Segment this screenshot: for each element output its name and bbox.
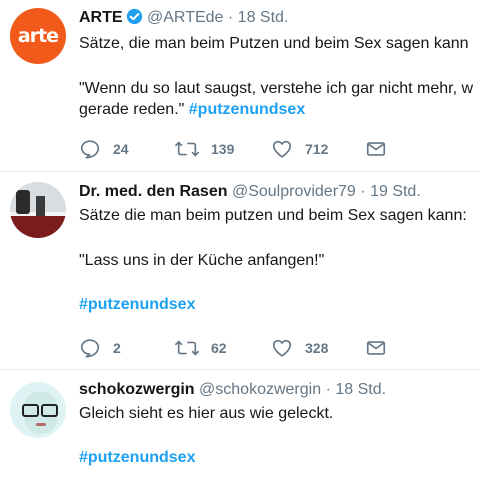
- tweet[interactable]: Dr. med. den Rasen @Soulprovider79 · 19 …: [0, 172, 480, 368]
- reply-icon: [79, 337, 101, 359]
- tweet-text-line: "Lass uns in der Küche anfangen!": [79, 252, 325, 269]
- avatar-glasses-right: [41, 404, 58, 417]
- user-handle[interactable]: @schokozwergin: [199, 381, 321, 398]
- reply-count: 2: [113, 340, 121, 356]
- timestamp[interactable]: 18 Std.: [335, 381, 386, 398]
- arte-logo: arte: [17, 25, 59, 47]
- display-name[interactable]: schokozwergin: [79, 381, 195, 398]
- tweet[interactable]: schokozwergin @schokozwergin · 18 Std. G…: [0, 370, 480, 480]
- tweet[interactable]: arte ARTE @ARTEde · 18 Std. Sätze, die m…: [0, 0, 480, 170]
- retweet-count: 139: [211, 141, 235, 157]
- like-icon: [271, 337, 293, 359]
- tweet-text-line: #putzenundsex: [79, 449, 480, 467]
- avatar-ground: [10, 216, 66, 238]
- reply-icon: [79, 138, 101, 160]
- direct-message-icon: [365, 138, 387, 160]
- hashtag-link[interactable]: #putzenundsex: [79, 449, 195, 466]
- like-button[interactable]: 712: [271, 137, 328, 161]
- hashtag-link[interactable]: #putzenundsex: [189, 101, 305, 118]
- separator-dot: ·: [227, 9, 234, 26]
- verified-badge-icon: [126, 8, 143, 31]
- separator-dot: ·: [325, 381, 331, 398]
- separator-dot: ·: [360, 183, 366, 200]
- tweet-text: gerade reden.": [79, 101, 185, 118]
- tweet-text-line: gerade reden." #putzenundsex: [79, 99, 480, 120]
- avatar-glasses-left: [22, 404, 39, 417]
- tweet-header: Dr. med. den Rasen @Soulprovider79 · 19 …: [79, 182, 480, 204]
- reply-button[interactable]: 24: [79, 137, 129, 161]
- like-count: 712: [305, 141, 329, 157]
- retweet-button[interactable]: 139: [175, 137, 234, 161]
- like-button[interactable]: 328: [271, 336, 328, 360]
- avatar-mouth: [36, 423, 46, 426]
- tweet-text-line: #putzenundsex: [79, 296, 480, 314]
- direct-message-button[interactable]: [365, 137, 387, 161]
- avatar[interactable]: arte: [10, 8, 66, 64]
- tweet-actions: 24 139 712: [79, 137, 399, 161]
- tweet-text-line: Sätze, die man beim Putzen und beim Sex …: [79, 35, 469, 52]
- timestamp[interactable]: 18 Std.: [238, 9, 289, 26]
- tweet-actions: 2 62 328: [79, 336, 399, 360]
- tweet-text-line: Gleich sieht es hier aus wie geleckt.: [79, 405, 334, 422]
- retweet-icon: [175, 138, 199, 160]
- tweet-header: schokozwergin @schokozwergin · 18 Std.: [79, 380, 480, 402]
- like-icon: [271, 138, 293, 160]
- timestamp[interactable]: 19 Std.: [370, 183, 421, 200]
- hashtag-link[interactable]: #putzenundsex: [79, 296, 195, 313]
- direct-message-button[interactable]: [365, 336, 387, 360]
- tweet-text-line: Sätze die man beim putzen und beim Sex s…: [79, 207, 467, 224]
- direct-message-icon: [365, 337, 387, 359]
- avatar[interactable]: [10, 182, 66, 238]
- user-handle[interactable]: @Soulprovider79: [232, 183, 356, 200]
- reply-count: 24: [113, 141, 129, 157]
- tweet-text-line: "Wenn du so laut saugst, verstehe ich ga…: [79, 80, 474, 97]
- avatar[interactable]: [10, 382, 66, 438]
- tweet-header: ARTE @ARTEde · 18 Std.: [79, 8, 480, 30]
- retweet-icon: [175, 337, 199, 359]
- display-name[interactable]: ARTE: [79, 9, 123, 26]
- retweet-count: 62: [211, 340, 227, 356]
- display-name[interactable]: Dr. med. den Rasen: [79, 183, 228, 200]
- retweet-button[interactable]: 62: [175, 336, 227, 360]
- reply-button[interactable]: 2: [79, 336, 121, 360]
- like-count: 328: [305, 340, 329, 356]
- user-handle[interactable]: @ARTEde: [147, 9, 223, 26]
- avatar-tree: [16, 190, 30, 214]
